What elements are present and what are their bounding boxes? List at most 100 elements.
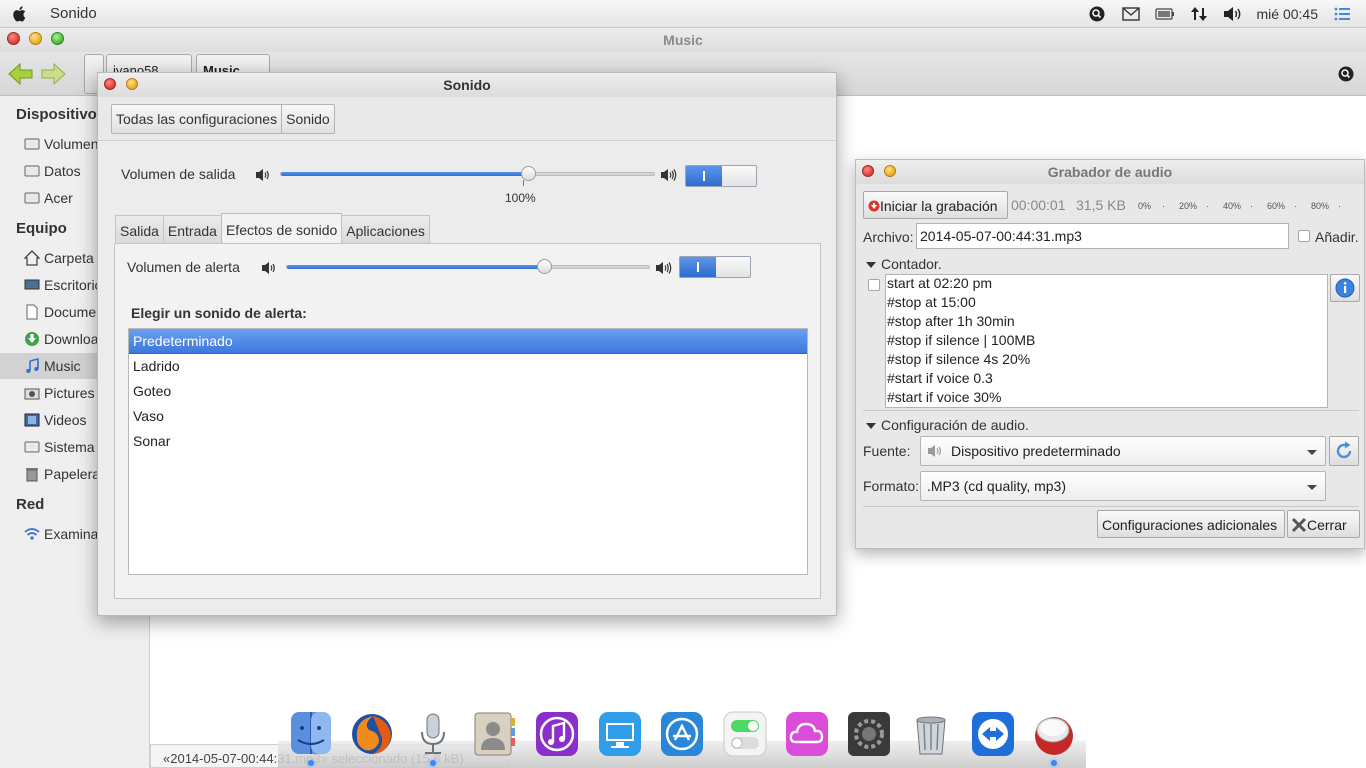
settings-toggle-icon[interactable] <box>722 710 768 758</box>
breadcrumb-sound[interactable]: Sonido <box>281 105 334 133</box>
app-menu-title[interactable]: Sonido <box>50 5 97 22</box>
output-volume-knob[interactable] <box>521 166 536 181</box>
volume-knob-icon[interactable] <box>1031 710 1077 758</box>
breadcrumb-all-settings[interactable]: Todas las configuraciones <box>112 105 281 133</box>
format-select[interactable]: .MP3 (cd quality, mp3) <box>920 471 1326 501</box>
elapsed-time: 00:00:01 <box>1011 197 1066 213</box>
search-tray-icon[interactable] <box>1087 4 1107 24</box>
window-title: Sonido <box>443 77 491 93</box>
list-item[interactable]: Sonar <box>129 429 807 454</box>
audio-config-label: Configuración de audio. <box>881 417 1029 433</box>
sound-tabs: Salida Entrada Efectos de sonido Aplicac… <box>115 213 430 243</box>
window-title: Music <box>663 32 703 48</box>
info-button[interactable] <box>1330 274 1360 302</box>
sidebar-header-network: Red <box>16 496 45 513</box>
sidebar-item-label: Music <box>44 358 81 374</box>
source-value: Dispositivo predeterminado <box>951 443 1121 459</box>
sound-titlebar: Sonido <box>98 73 836 97</box>
audio-config-expander[interactable]: Configuración de audio. <box>866 417 1029 433</box>
counter-expander[interactable]: Contador. <box>866 256 942 272</box>
append-label: Añadir. <box>1315 229 1359 245</box>
teamviewer-icon[interactable] <box>970 710 1016 758</box>
volume-high-icon <box>656 262 672 274</box>
list-item[interactable]: Ladrido <box>129 354 807 379</box>
apple-logo-icon[interactable] <box>10 4 30 24</box>
notification-list-icon[interactable] <box>1332 4 1352 24</box>
app-store-icon[interactable] <box>659 710 705 758</box>
output-volume-fill <box>281 172 529 176</box>
tab-salida[interactable]: Salida <box>115 215 164 243</box>
sidebar-header-devices: Dispositivos <box>16 106 106 123</box>
audio-recorder-window: Grabador de audio Iniciar la grabación 0… <box>855 159 1365 549</box>
source-select[interactable]: Dispositivo predeterminado <box>920 436 1326 466</box>
meter-dot: · <box>1162 201 1165 211</box>
meter-dot: · <box>1294 201 1297 211</box>
clock[interactable]: mié 00:45 <box>1257 6 1318 22</box>
document-icon <box>26 304 38 320</box>
close-button[interactable] <box>104 78 116 90</box>
window-title: Grabador de audio <box>1047 164 1173 180</box>
volume-low-icon <box>262 262 275 274</box>
microphone-icon[interactable] <box>410 710 456 758</box>
list-item[interactable]: Vaso <box>129 404 807 429</box>
counter-line: #stop after 1h 30min <box>887 313 1015 329</box>
itunes-icon[interactable] <box>534 710 580 758</box>
list-item[interactable]: Predeterminado <box>129 329 807 354</box>
alert-volume-slider[interactable] <box>286 259 650 274</box>
drive-icon <box>24 441 40 453</box>
icloud-icon[interactable] <box>784 710 830 758</box>
choose-alert-sound-label: Elegir un sonido de alerta: <box>131 305 307 321</box>
additional-settings-button[interactable]: Configuraciones adicionales <box>1097 510 1285 538</box>
finder-icon[interactable] <box>288 710 334 758</box>
file-manager-titlebar: Music <box>0 28 1366 52</box>
music-note-icon <box>26 358 39 373</box>
alert-mute-toggle[interactable] <box>679 256 751 278</box>
output-volume-slider[interactable] <box>280 166 655 181</box>
minimize-button[interactable] <box>126 78 138 90</box>
trash-icon[interactable] <box>908 710 954 758</box>
start-recording-button[interactable]: Iniciar la grabación <box>863 191 1008 219</box>
volume-tray-icon[interactable] <box>1223 4 1243 24</box>
search-icon[interactable] <box>1338 66 1354 82</box>
network-transfer-icon[interactable] <box>1189 4 1209 24</box>
system-preferences-icon[interactable] <box>846 710 892 758</box>
mail-icon[interactable] <box>1121 4 1141 24</box>
minimize-button[interactable] <box>884 165 896 177</box>
recorder-titlebar: Grabador de audio <box>856 160 1364 184</box>
tab-aplicaciones[interactable]: Aplicaciones <box>341 215 430 243</box>
append-checkbox[interactable] <box>1298 230 1310 242</box>
meter-label: 20% <box>1179 201 1198 211</box>
counter-line: #start if voice 30% <box>887 389 1002 405</box>
back-arrow-icon[interactable] <box>8 62 34 86</box>
alert-volume-knob[interactable] <box>537 259 552 274</box>
counter-enable-checkbox[interactable] <box>868 279 880 291</box>
file-label: Archivo: <box>863 229 914 245</box>
close-recorder-button[interactable]: Cerrar <box>1287 510 1360 538</box>
refresh-icon <box>1336 441 1352 459</box>
record-icon <box>868 200 880 212</box>
counter-rules-textarea[interactable]: start at 02:20 pm #stop at 15:00 #stop a… <box>885 274 1328 408</box>
info-icon <box>1335 278 1355 298</box>
list-item[interactable]: Goteo <box>129 379 807 404</box>
close-icon <box>1291 517 1307 533</box>
volume-low-icon <box>256 169 269 181</box>
contacts-icon[interactable] <box>471 710 517 758</box>
tab-entrada[interactable]: Entrada <box>162 215 222 243</box>
expander-arrow-icon <box>866 423 876 430</box>
refresh-button[interactable] <box>1329 436 1359 466</box>
running-indicator <box>308 760 314 766</box>
desktop-icon[interactable] <box>597 710 643 758</box>
chevron-down-icon <box>1307 450 1317 455</box>
alert-sound-list: Predeterminado Ladrido Goteo Vaso Sonar <box>128 328 808 575</box>
battery-icon[interactable] <box>1154 4 1175 24</box>
output-mute-toggle[interactable] <box>685 165 757 187</box>
forward-arrow-icon[interactable] <box>40 62 66 86</box>
close-button[interactable] <box>862 165 874 177</box>
meter-dot: · <box>1206 201 1209 211</box>
firefox-icon[interactable] <box>349 710 395 758</box>
sidebar-item-label: Sistema <box>44 439 95 455</box>
breadcrumb: Todas las configuraciones Sonido <box>111 104 335 134</box>
toggle-on-segment <box>680 257 716 277</box>
filename-field[interactable]: 2014-05-07-00:44:31.mp3 <box>916 223 1289 249</box>
tab-efectos-de-sonido[interactable]: Efectos de sonido <box>220 213 343 243</box>
